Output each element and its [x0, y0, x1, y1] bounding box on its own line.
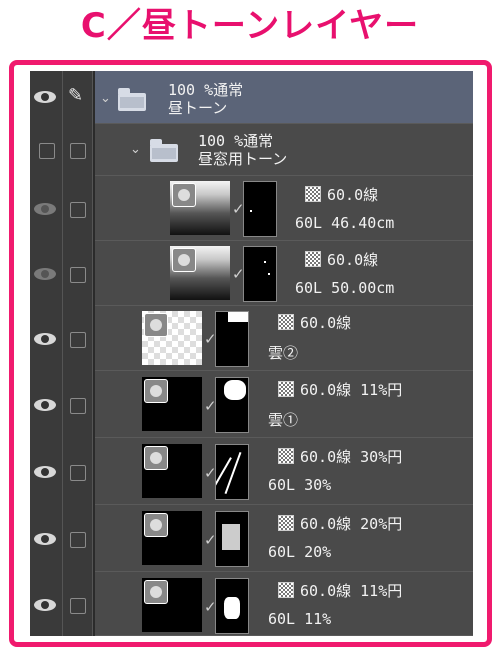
mask-spot — [216, 457, 232, 493]
layer-tone-label: 60.0線 20%円 — [300, 515, 403, 533]
eye-icon[interactable] — [34, 466, 56, 478]
highlight-frame: ✎ ⌄ 100 %通常 昼トーン ⌄ 100 %通常 昼窓用トーン ✓ 60.0… — [9, 60, 492, 647]
layer-tone-label: 60.0線 — [327, 251, 379, 269]
tone-pattern-icon — [278, 582, 294, 598]
eye-icon[interactable] — [34, 268, 56, 280]
layer-name: 昼トーン — [168, 99, 228, 117]
folder-row-body[interactable] — [95, 71, 473, 124]
layer-thumbnail — [142, 377, 202, 431]
tone-pattern-icon — [305, 186, 321, 202]
layer-tone-label: 60.0線 — [327, 186, 379, 204]
layer-row-body[interactable] — [95, 241, 473, 306]
layer-row-60l-11[interactable]: ✓ 60.0線 11%円 60L 11% — [30, 572, 473, 636]
layer-tone-label: 60.0線 11%円 — [300, 582, 403, 600]
layer-name: 60L 20% — [268, 543, 332, 561]
layer-thumbnail — [142, 578, 202, 632]
layer-row-cloud-2[interactable]: ✓ 60.0線 雲② — [30, 306, 473, 371]
tone-pattern-icon — [278, 515, 294, 531]
lock-toggle-box[interactable] — [70, 532, 86, 548]
lock-toggle-box[interactable] — [70, 465, 86, 481]
layer-row-60l-20[interactable]: ✓ 60.0線 20%円 60L 20% — [30, 505, 473, 572]
tone-badge-icon — [172, 183, 196, 207]
eye-icon[interactable] — [34, 203, 56, 215]
lock-toggle-box[interactable] — [70, 143, 86, 159]
layer-thumbnail — [142, 511, 202, 565]
eye-icon[interactable] — [34, 333, 56, 345]
eye-icon[interactable] — [34, 533, 56, 545]
mask-spot — [250, 210, 252, 212]
layer-name: 60L 30% — [268, 476, 332, 494]
layer-row-60l-46[interactable]: ✓ 60.0線 60L 46.40cm — [30, 176, 473, 241]
tone-badge-icon — [144, 513, 168, 537]
chevron-down-icon[interactable]: ⌄ — [100, 91, 111, 106]
layer-name: 雲② — [268, 344, 299, 362]
tone-badge-icon — [144, 379, 168, 403]
layer-row-cloud-1[interactable]: ✓ 60.0線 11%円 雲① — [30, 371, 473, 438]
layer-name: 60L 46.40cm — [295, 214, 395, 232]
visibility-toggle-box[interactable] — [39, 143, 55, 159]
tone-badge-icon — [144, 313, 168, 337]
layer-mask-thumbnail — [215, 578, 249, 634]
pen-icon[interactable]: ✎ — [68, 85, 83, 106]
folder-icon — [150, 139, 178, 162]
layer-thumbnail — [142, 444, 202, 498]
layer-row-60l-50[interactable]: ✓ 60.0線 60L 50.00cm — [30, 241, 473, 306]
eye-icon[interactable] — [34, 399, 56, 411]
layer-thumbnail — [142, 311, 202, 365]
tone-pattern-icon — [305, 251, 321, 267]
lock-toggle-box[interactable] — [70, 267, 86, 283]
layer-thumbnail — [170, 181, 230, 235]
eye-icon[interactable] — [34, 599, 56, 611]
lock-toggle-box[interactable] — [70, 598, 86, 614]
mask-spot — [268, 273, 270, 275]
tone-pattern-icon — [278, 381, 294, 397]
layer-tone-label: 60.0線 11%円 — [300, 381, 403, 399]
mask-spot — [224, 380, 246, 400]
layer-name: 昼窓用トーン — [198, 150, 288, 168]
layer-row-60l-30[interactable]: ✓ 60.0線 30%円 60L 30% — [30, 438, 473, 505]
tone-badge-icon — [144, 580, 168, 604]
lock-toggle-box[interactable] — [70, 398, 86, 414]
folder-icon — [118, 88, 146, 111]
layer-mask-thumbnail — [243, 181, 277, 237]
mask-spot — [222, 524, 240, 550]
mask-spot — [224, 597, 240, 619]
layer-panel: ✎ ⌄ 100 %通常 昼トーン ⌄ 100 %通常 昼窓用トーン ✓ 60.0… — [30, 71, 473, 636]
layer-mask-thumbnail — [215, 511, 249, 567]
tone-badge-icon — [172, 248, 196, 272]
layer-mask-thumbnail — [215, 444, 249, 500]
page-heading: C／昼トーンレイヤー — [80, 6, 420, 46]
layer-tone-label: 60.0線 30%円 — [300, 448, 403, 466]
tone-pattern-icon — [278, 314, 294, 330]
layer-mask-thumbnail — [215, 377, 249, 433]
chevron-down-icon[interactable]: ⌄ — [130, 142, 141, 157]
layer-row-folder-window-tone[interactable]: ⌄ 100 %通常 昼窓用トーン — [30, 124, 473, 176]
mask-spot — [228, 312, 248, 322]
lock-toggle-box[interactable] — [70, 202, 86, 218]
tone-badge-icon — [144, 446, 168, 470]
layer-name: 雲① — [268, 411, 299, 429]
eye-icon[interactable] — [34, 91, 56, 103]
mask-spot — [264, 261, 266, 263]
layer-mask-thumbnail — [243, 246, 277, 302]
layer-thumbnail — [170, 246, 230, 300]
layer-mask-thumbnail — [215, 311, 249, 367]
mask-spot — [224, 451, 242, 495]
lock-toggle-box[interactable] — [70, 332, 86, 348]
layer-row-body[interactable] — [95, 176, 473, 241]
layer-row-folder-day-tone[interactable]: ✎ ⌄ 100 %通常 昼トーン — [30, 71, 473, 124]
layer-tone-label: 60.0線 — [300, 314, 352, 332]
layer-name: 60L 11% — [268, 610, 332, 628]
tone-pattern-icon — [278, 448, 294, 464]
layer-name: 60L 50.00cm — [295, 279, 395, 297]
